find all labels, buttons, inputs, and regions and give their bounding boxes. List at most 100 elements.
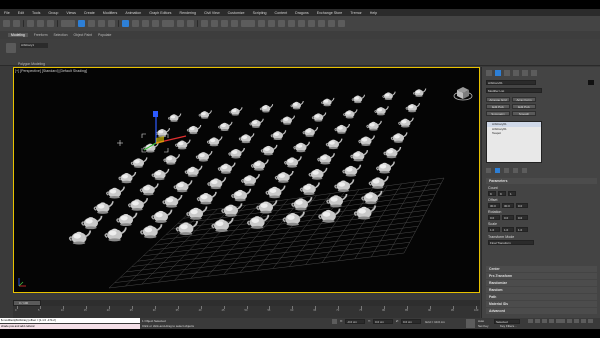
teapot[interactable] <box>68 230 92 245</box>
teapot[interactable] <box>196 191 217 205</box>
window-crossing-icon[interactable] <box>108 20 115 27</box>
percent-snap-icon[interactable] <box>221 20 228 27</box>
smooth-button[interactable]: Smooth <box>512 111 536 116</box>
select-by-name-icon[interactable] <box>88 20 95 27</box>
teapot[interactable] <box>350 150 369 162</box>
teapot[interactable] <box>265 185 286 199</box>
parameters-rollout[interactable]: Parameters <box>486 178 597 184</box>
teapot[interactable] <box>374 106 389 116</box>
modifier-list-dropdown[interactable]: Modifier List <box>486 88 542 93</box>
random-rollout[interactable]: Random <box>486 287 597 293</box>
rotation-field-x[interactable]: 0.0 <box>488 215 500 220</box>
rotation-field-y[interactable]: 0.0 <box>502 215 514 220</box>
display-tab-icon[interactable] <box>522 70 528 76</box>
go-to-start-icon[interactable] <box>528 319 533 323</box>
count-field-x[interactable]: 9 <box>488 191 496 196</box>
angle-snap-icon[interactable] <box>211 20 218 27</box>
teapot[interactable] <box>317 153 335 165</box>
selection-filter-dropdown[interactable] <box>61 20 75 27</box>
teapot[interactable] <box>130 157 148 168</box>
rotate-icon[interactable] <box>132 20 139 27</box>
teapot[interactable] <box>280 115 296 125</box>
teapot[interactable] <box>198 110 212 119</box>
teapot[interactable] <box>241 174 260 187</box>
ribbon-panel-label[interactable]: Polygon Modeling <box>18 62 45 66</box>
menu-item-modifiers[interactable]: Modifiers <box>103 11 118 15</box>
teapot[interactable] <box>382 91 396 101</box>
menu-item-rendering[interactable]: Rendering <box>179 11 196 15</box>
scale-icon[interactable] <box>142 20 149 27</box>
pin-stack-icon[interactable] <box>486 168 491 173</box>
teapot[interactable] <box>302 127 319 137</box>
utilities-tab-icon[interactable] <box>531 70 537 76</box>
teapot[interactable] <box>186 206 208 220</box>
spinner-snap-icon[interactable] <box>231 20 238 27</box>
place-icon[interactable] <box>152 20 159 27</box>
teapot[interactable] <box>361 190 383 205</box>
edit-poly-button-2[interactable]: Edit Poly <box>512 104 536 109</box>
zoom-icon[interactable] <box>560 319 565 323</box>
teapot[interactable] <box>173 180 193 193</box>
menu-item-civil-view[interactable]: Civil View <box>204 11 220 15</box>
teapot[interactable] <box>284 156 302 168</box>
bind-space-warp-icon[interactable] <box>47 20 54 27</box>
maxscript-input[interactable]: shade pos and add cellural <box>0 324 140 329</box>
menu-item-views[interactable]: Views <box>66 11 76 15</box>
randomize-rollout[interactable]: Randomize <box>486 280 597 286</box>
show-end-result-icon[interactable] <box>495 168 500 173</box>
teapot[interactable] <box>326 193 348 208</box>
teapot[interactable] <box>290 100 304 110</box>
teapot[interactable] <box>249 118 264 128</box>
render-production-icon[interactable] <box>338 20 345 27</box>
teapot[interactable] <box>247 214 270 229</box>
offset-field-y[interactable]: 30.0 <box>502 203 514 208</box>
make-unique-icon[interactable] <box>504 168 509 173</box>
scale-field-z[interactable]: 1.0 <box>516 227 528 232</box>
teapot[interactable] <box>343 109 358 119</box>
object-name-field[interactable]: Arbitrary01 <box>486 80 536 85</box>
configure-modifier-sets-icon[interactable] <box>522 168 527 173</box>
menu-item-exchange-store[interactable]: Exchange Store <box>317 11 343 15</box>
tab-object-paint[interactable]: Object Paint <box>73 33 91 37</box>
transform-mode-dropdown[interactable]: Final Transform <box>488 240 534 245</box>
teapot[interactable] <box>218 121 233 131</box>
teapot[interactable] <box>217 162 236 174</box>
previous-frame-icon[interactable] <box>535 319 540 323</box>
teapot[interactable] <box>334 123 350 134</box>
teapot[interactable] <box>231 188 252 202</box>
teapot[interactable] <box>311 112 327 122</box>
symmetry-button[interactable]: Symmetry <box>486 111 510 116</box>
teapot[interactable] <box>238 133 255 144</box>
offset-field-z[interactable]: 0.0 <box>516 203 528 208</box>
pivot-center-icon[interactable] <box>177 20 184 27</box>
hierarchy-tab-icon[interactable] <box>504 70 510 76</box>
teapot[interactable] <box>293 141 310 153</box>
set-key-button[interactable]: Set Key <box>478 324 489 328</box>
snaps-toggle-icon[interactable] <box>201 20 208 27</box>
menu-item-content[interactable]: Content <box>275 11 288 15</box>
menu-item-scripting[interactable]: Scripting <box>253 11 267 15</box>
edit-poly-button-1[interactable]: Edit Poly <box>486 104 510 109</box>
teapot[interactable] <box>128 198 149 211</box>
teapot[interactable] <box>140 224 163 239</box>
rotation-field-z[interactable]: 0.0 <box>516 215 528 220</box>
polygon-modeling-icon[interactable] <box>6 43 16 53</box>
teapot[interactable] <box>270 130 287 141</box>
teapot[interactable] <box>211 217 234 232</box>
teapot[interactable] <box>195 151 213 162</box>
teapot[interactable] <box>151 209 173 223</box>
scale-field-x[interactable]: 1.0 <box>488 227 500 232</box>
undo-icon[interactable] <box>3 20 10 27</box>
teapot[interactable] <box>405 103 421 113</box>
named-selection-dropdown[interactable] <box>241 20 255 27</box>
tab-freeform[interactable]: Freeform <box>34 33 48 37</box>
menu-item-animation[interactable]: Animation <box>125 11 141 15</box>
teapot[interactable] <box>167 113 182 122</box>
reference-coordinate-dropdown[interactable] <box>162 20 174 27</box>
remove-modifier-icon[interactable] <box>513 168 518 173</box>
align-icon[interactable] <box>268 20 275 27</box>
menu-item-tremor[interactable]: Tremor <box>350 11 361 15</box>
teapot[interactable] <box>229 107 243 116</box>
teapot[interactable] <box>342 164 362 177</box>
teapot[interactable] <box>334 179 355 192</box>
